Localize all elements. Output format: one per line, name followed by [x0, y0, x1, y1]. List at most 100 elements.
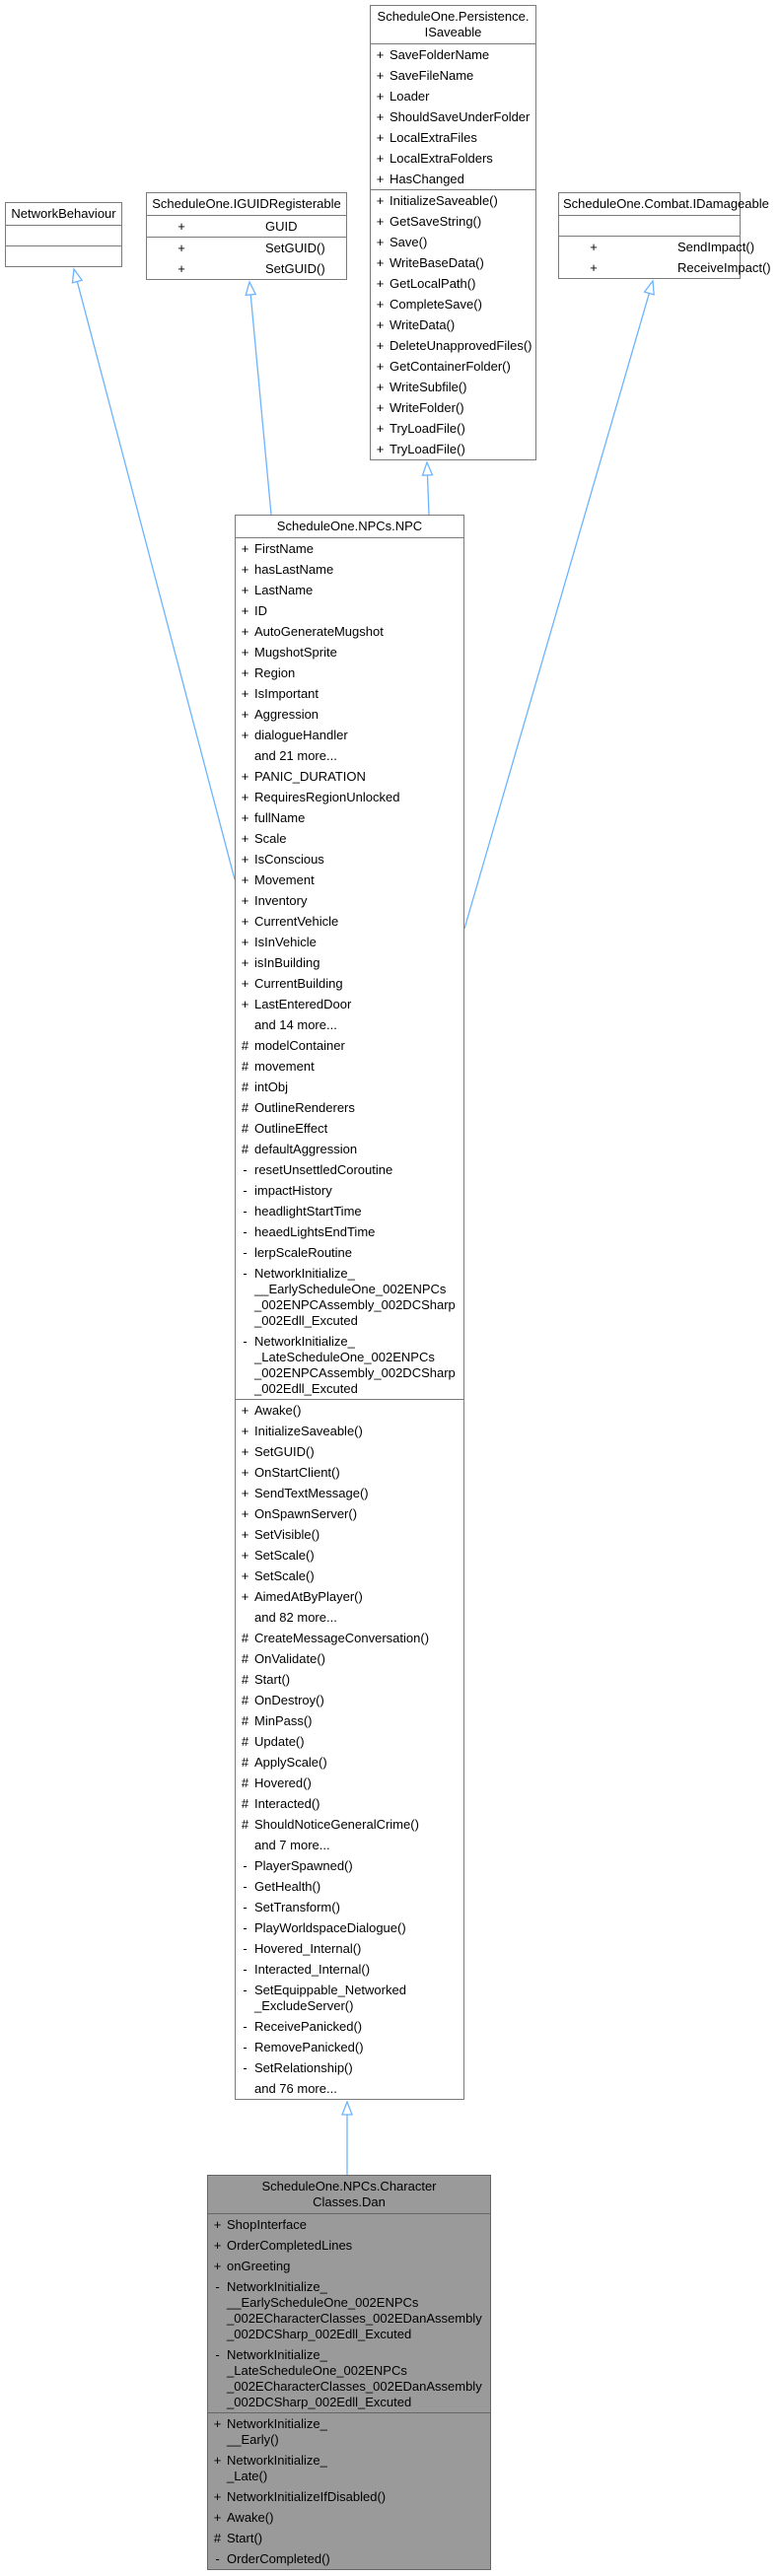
member-name[interactable]: Awake()	[227, 2510, 490, 2526]
member-name[interactable]: and 7 more...	[254, 1838, 463, 1853]
attribute-row[interactable]: + ShopInterface	[208, 2214, 490, 2235]
attribute-row[interactable]: - heaedLightsEndTime	[236, 1221, 463, 1242]
member-name[interactable]: Scale	[254, 831, 463, 847]
member-name[interactable]: OrderCompletedLines	[227, 2238, 490, 2254]
attribute-row[interactable]: # OutlineEffect	[236, 1118, 463, 1139]
member-name[interactable]: movement	[254, 1059, 463, 1075]
member-name[interactable]: InitializeSaveable()	[254, 1424, 463, 1439]
member-name[interactable]: dialogueHandler	[254, 728, 463, 743]
member-name[interactable]: GetHealth()	[254, 1879, 463, 1895]
method-row[interactable]: + WriteSubfile()	[371, 377, 535, 397]
method-row[interactable]: + SetGUID()	[147, 258, 346, 279]
attribute-row[interactable]: + Aggression	[236, 704, 463, 725]
member-name[interactable]: NetworkInitializeIfDisabled()	[227, 2489, 490, 2505]
attribute-row[interactable]: + Loader	[371, 86, 535, 106]
method-row[interactable]: - SetRelationship()	[236, 2057, 463, 2078]
attribute-row[interactable]: # movement	[236, 1056, 463, 1077]
method-row[interactable]: - PlayerSpawned()	[236, 1855, 463, 1876]
method-row[interactable]: - ReceivePanicked()	[236, 2016, 463, 2037]
member-name[interactable]: ReceiveImpact()	[628, 260, 774, 276]
attribute-row[interactable]: # modelContainer	[236, 1035, 463, 1056]
method-row[interactable]: + GetContainerFolder()	[371, 356, 535, 377]
attribute-row[interactable]: + RequiresRegionUnlocked	[236, 787, 463, 807]
attribute-row[interactable]: # defaultAggression	[236, 1139, 463, 1159]
member-name[interactable]: Hovered()	[254, 1775, 463, 1791]
method-row[interactable]: # CreateMessageConversation()	[236, 1628, 463, 1648]
method-row[interactable]: # OnDestroy()	[236, 1690, 463, 1710]
member-name[interactable]: OutlineRenderers	[254, 1100, 463, 1116]
member-name[interactable]: CurrentBuilding	[254, 976, 463, 992]
attribute-row[interactable]: + IsConscious	[236, 849, 463, 870]
attribute-row[interactable]: + Scale	[236, 828, 463, 849]
method-row[interactable]: + SetGUID()	[147, 238, 346, 258]
attribute-row[interactable]: - lerpScaleRoutine	[236, 1242, 463, 1263]
member-name[interactable]: NetworkInitialize_ __EarlyScheduleOne_00…	[254, 1266, 463, 1329]
method-row[interactable]: + SetScale()	[236, 1545, 463, 1566]
attribute-row[interactable]: + FirstName	[236, 538, 463, 559]
member-name[interactable]: Hovered_Internal()	[254, 1941, 463, 1957]
method-row[interactable]: + Awake()	[236, 1400, 463, 1421]
method-row[interactable]: + SetVisible()	[236, 1524, 463, 1545]
member-name[interactable]: SetGUID()	[254, 1444, 463, 1460]
method-row[interactable]: # ShouldNoticeGeneralCrime()	[236, 1814, 463, 1835]
member-name[interactable]: LocalExtraFiles	[390, 130, 535, 146]
attribute-row[interactable]: + HasChanged	[371, 169, 535, 189]
member-name[interactable]: Region	[254, 665, 463, 681]
member-name[interactable]: WriteBaseData()	[390, 255, 535, 271]
method-row[interactable]: + TryLoadFile()	[371, 439, 535, 459]
member-name[interactable]: and 21 more...	[254, 748, 463, 764]
method-row[interactable]: - RemovePanicked()	[236, 2037, 463, 2057]
attribute-row[interactable]: + onGreeting	[208, 2256, 490, 2276]
member-name[interactable]: Interacted()	[254, 1796, 463, 1812]
member-name[interactable]: fullName	[254, 810, 463, 826]
member-name[interactable]: DeleteUnapprovedFiles()	[390, 338, 535, 354]
attribute-row[interactable]: - NetworkInitialize_ __EarlyScheduleOne_0…	[236, 1263, 463, 1331]
attribute-row[interactable]: + fullName	[236, 807, 463, 828]
member-name[interactable]: CurrentVehicle	[254, 914, 463, 930]
member-name[interactable]: NetworkInitialize_ _LateScheduleOne_002E…	[254, 1334, 463, 1397]
member-name[interactable]: SetRelationship()	[254, 2060, 463, 2076]
member-name[interactable]: impactHistory	[254, 1183, 463, 1199]
member-name[interactable]: ShopInterface	[227, 2217, 490, 2233]
member-name[interactable]: SetScale()	[254, 1548, 463, 1564]
member-name[interactable]: isInBuilding	[254, 955, 463, 971]
member-name[interactable]: WriteSubfile()	[390, 380, 535, 395]
member-name[interactable]: IsConscious	[254, 852, 463, 868]
member-name[interactable]: OnValidate()	[254, 1651, 463, 1667]
member-name[interactable]: ID	[254, 603, 463, 619]
member-name[interactable]: PlayerSpawned()	[254, 1858, 463, 1874]
attribute-row[interactable]: - NetworkInitialize_ _LateScheduleOne_002…	[208, 2344, 490, 2412]
member-name[interactable]: LastName	[254, 583, 463, 598]
attribute-row[interactable]: + AutoGenerateMugshot	[236, 621, 463, 642]
member-name[interactable]: NetworkInitialize_ _Late()	[227, 2453, 490, 2484]
attribute-row[interactable]: # OutlineRenderers	[236, 1097, 463, 1118]
attribute-row[interactable]: - resetUnsettledCoroutine	[236, 1159, 463, 1180]
method-row[interactable]: + InitializeSaveable()	[236, 1421, 463, 1441]
member-name[interactable]: Movement	[254, 872, 463, 888]
member-name[interactable]: NetworkInitialize_ _LateScheduleOne_002E…	[227, 2347, 490, 2410]
attribute-row[interactable]: + dialogueHandler	[236, 725, 463, 745]
member-name[interactable]: Interacted_Internal()	[254, 1962, 463, 1978]
method-row[interactable]: - GetHealth()	[236, 1876, 463, 1897]
member-name[interactable]: Inventory	[254, 893, 463, 909]
member-name[interactable]: TryLoadFile()	[390, 421, 535, 437]
member-name[interactable]: WriteFolder()	[390, 400, 535, 416]
attribute-row[interactable]: + CurrentVehicle	[236, 911, 463, 932]
member-name[interactable]: TryLoadFile()	[390, 442, 535, 457]
method-row[interactable]: + NetworkInitializeIfDisabled()	[208, 2486, 490, 2507]
method-row[interactable]: + InitializeSaveable()	[371, 190, 535, 211]
attribute-row[interactable]: + LastEnteredDoor	[236, 994, 463, 1014]
member-name[interactable]: Loader	[390, 89, 535, 104]
method-row[interactable]: + GetLocalPath()	[371, 273, 535, 294]
class-network-behaviour[interactable]: NetworkBehaviour	[5, 202, 122, 267]
member-name[interactable]: ApplyScale()	[254, 1755, 463, 1771]
method-row[interactable]: - OrderCompleted()	[208, 2548, 490, 2569]
method-row[interactable]: # Interacted()	[236, 1793, 463, 1814]
member-name[interactable]: OnStartClient()	[254, 1465, 463, 1481]
attribute-row[interactable]: + SaveFolderName	[371, 44, 535, 65]
member-name[interactable]: SetScale()	[254, 1568, 463, 1584]
member-name[interactable]: and 82 more...	[254, 1610, 463, 1626]
member-name[interactable]: intObj	[254, 1079, 463, 1095]
method-row[interactable]: + NetworkInitialize_ _Late()	[208, 2450, 490, 2486]
method-row[interactable]: and 82 more...	[236, 1607, 463, 1628]
